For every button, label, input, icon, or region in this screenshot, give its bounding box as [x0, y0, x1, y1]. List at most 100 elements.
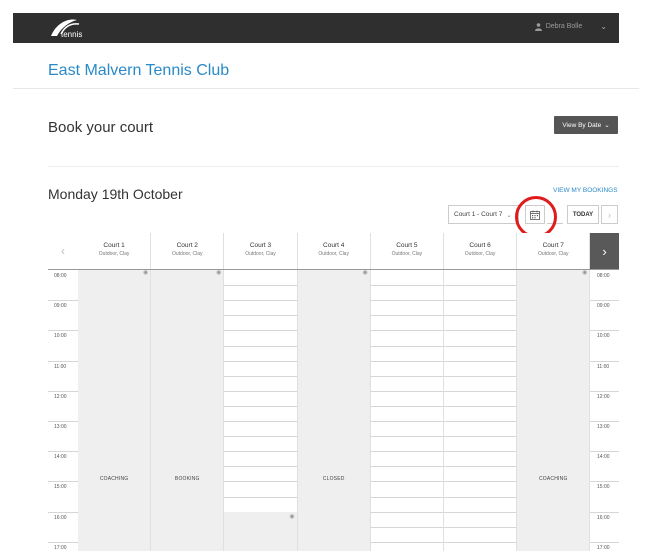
court-column-6[interactable] — [444, 270, 518, 551]
date-heading: Monday 19th October — [48, 186, 183, 202]
view-my-bookings-link[interactable]: VIEW MY BOOKINGS — [553, 187, 618, 194]
slot-line — [444, 390, 517, 392]
time-label-left: 10:00 — [54, 333, 67, 340]
booking-page: tennis Debra Bolle ⌄ East Malvern Tennis… — [0, 0, 652, 551]
court-range-value: Court 1 - Court 7 — [454, 211, 503, 218]
court-name: Court 5 — [396, 242, 418, 249]
time-label-left: 12:00 — [54, 393, 67, 400]
slot-line — [224, 360, 297, 362]
court-schedule-grid: ‹ › Court 1 Outdoor, Clay ◉ COACHING Court 2… — [48, 233, 619, 551]
time-label-left: 09:00 — [54, 303, 67, 310]
eye-icon[interactable]: ◉ — [143, 269, 148, 276]
court-name: Court 7 — [542, 242, 564, 249]
court-range-select[interactable]: Court 1 - Court 7 ⌄ — [448, 205, 519, 224]
slot-line — [370, 466, 443, 468]
slot-line — [224, 481, 297, 483]
time-label-right: 15:00 — [597, 484, 610, 491]
hour-line — [48, 481, 78, 483]
court-surface: Outdoor, Clay — [537, 251, 569, 257]
hour-line — [590, 451, 619, 453]
court-header-3: Court 3 Outdoor, Clay — [224, 233, 298, 269]
court-column-7[interactable]: ◉ COACHING — [517, 269, 591, 551]
slot-line — [444, 300, 517, 302]
slot-line — [444, 405, 517, 407]
hour-line — [48, 421, 78, 422]
court-surface: Outdoor, Clay — [318, 251, 349, 257]
time-label-right: 13:00 — [597, 424, 610, 430]
hour-line — [48, 360, 78, 362]
chevron-right-icon: › — [602, 243, 607, 259]
next-courts-button[interactable]: › — [590, 233, 619, 269]
slot-line — [224, 390, 297, 392]
blocked-slot[interactable] — [224, 511, 297, 551]
chevron-right-icon: › — [608, 209, 611, 220]
time-label-left: 17:00 — [54, 544, 67, 551]
time-label-right: 12:00 — [597, 393, 610, 400]
slot-line — [224, 375, 297, 377]
slot-line — [444, 541, 517, 543]
court-surface: Outdoor, Clay — [171, 251, 203, 257]
time-label-right: 09:00 — [597, 303, 610, 310]
eye-icon[interactable]: ◉ — [582, 269, 587, 276]
top-navigation-bar: tennis Debra Bolle ⌄ — [13, 13, 619, 43]
tennis-logo[interactable]: tennis — [47, 16, 87, 40]
slot-line — [224, 330, 297, 332]
hour-line — [48, 511, 78, 513]
time-label-left: 15:00 — [54, 484, 67, 491]
slot-line — [224, 285, 297, 287]
court-column-2[interactable]: ◉ BOOKING — [151, 269, 225, 551]
court-name: Court 2 — [176, 242, 198, 249]
time-label-left: 11:00 — [54, 363, 67, 370]
slot-line — [370, 421, 443, 422]
court-column-5[interactable] — [370, 270, 444, 551]
hour-line — [48, 300, 78, 302]
slot-line — [370, 541, 443, 543]
slot-line — [224, 345, 297, 347]
slot-line — [224, 300, 297, 302]
slot-line — [370, 405, 443, 407]
hour-line — [590, 541, 619, 543]
time-label-right: 10:00 — [597, 333, 610, 340]
slot-line — [444, 285, 517, 287]
slot-line — [370, 315, 443, 317]
eye-icon[interactable]: ◉ — [289, 513, 294, 520]
next-day-button[interactable]: › — [601, 205, 618, 224]
eye-icon[interactable]: ◉ — [216, 269, 221, 276]
court-surface: Outdoor, Clay — [245, 251, 276, 257]
slot-line — [224, 421, 297, 422]
slot-line — [370, 300, 443, 302]
court-surface: Outdoor, Clay — [98, 251, 130, 257]
slot-line — [370, 436, 443, 438]
club-title: East Malvern Tennis Club — [48, 62, 230, 79]
time-label-right: 11:00 — [597, 363, 610, 370]
court-column-4[interactable]: ◉ CLOSED — [297, 269, 371, 551]
slot-line — [370, 481, 443, 483]
slot-line — [444, 436, 517, 438]
slot-line — [370, 345, 443, 347]
today-button[interactable]: TODAY — [567, 205, 599, 224]
view-mode-dropdown[interactable]: View By Date ⌄ — [554, 116, 618, 134]
court-name: Court 1 — [103, 242, 125, 249]
previous-courts-button[interactable]: ‹ — [48, 233, 78, 269]
court-name: Court 4 — [323, 242, 345, 249]
slot-line — [224, 466, 297, 468]
user-icon — [534, 22, 542, 31]
time-label-right: 14:00 — [597, 454, 610, 461]
court-status-label: COACHING — [99, 476, 129, 482]
court-header-6: Court 6 Outdoor, Clay — [444, 233, 518, 269]
hour-line — [48, 390, 78, 392]
slot-line — [224, 315, 297, 317]
slot-line — [444, 496, 517, 498]
user-menu[interactable]: Debra Bolle ⌄ — [534, 22, 607, 31]
court-surface: Outdoor, Clay — [391, 251, 423, 257]
eye-icon[interactable]: ◉ — [363, 269, 368, 276]
court-status-label: COACHING — [539, 476, 568, 482]
time-label-right: 16:00 — [597, 514, 610, 521]
court-header-5: Court 5 Outdoor, Clay — [370, 233, 444, 269]
court-column-3[interactable]: ◉ — [224, 270, 298, 551]
court-header-4: Court 4 Outdoor, Clay — [297, 233, 371, 269]
slot-line — [224, 496, 297, 498]
slot-line — [370, 390, 443, 392]
time-label-left: 08:00 — [54, 273, 67, 279]
court-column-1[interactable]: ◉ COACHING — [78, 269, 152, 551]
